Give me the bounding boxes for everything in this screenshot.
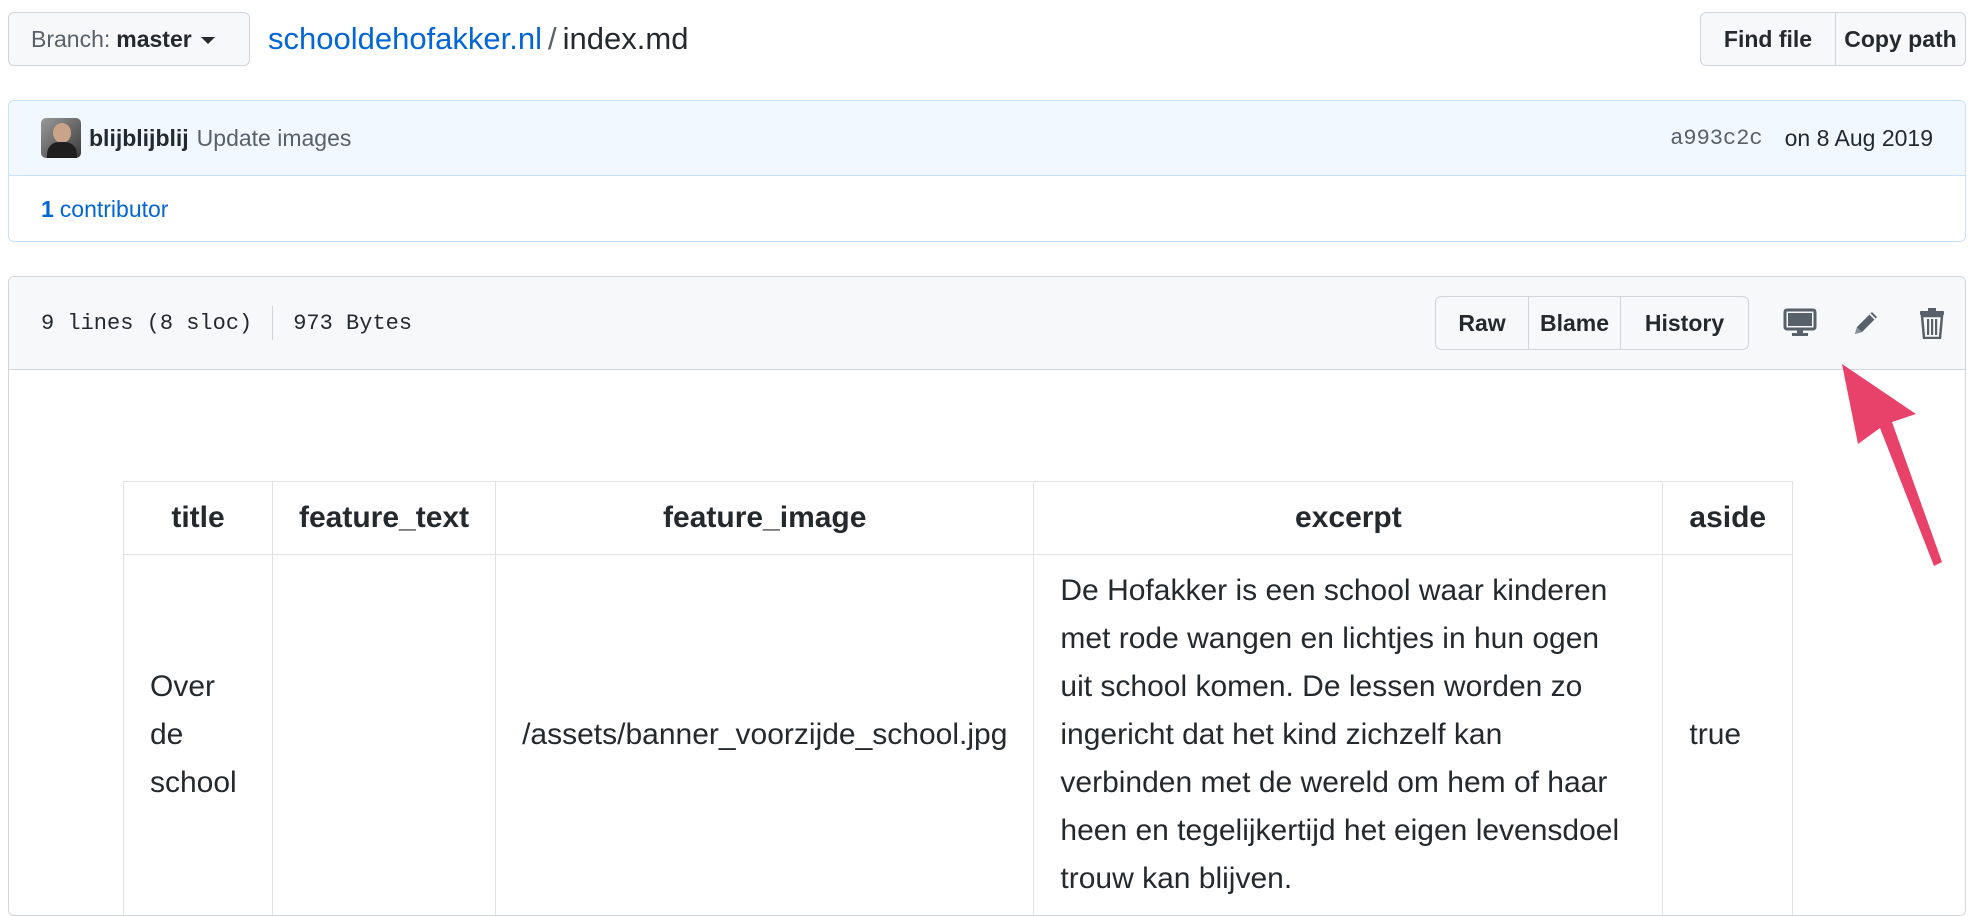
copy-path-button[interactable]: Copy path bbox=[1836, 12, 1966, 66]
table-header-cell: excerpt bbox=[1033, 481, 1664, 555]
contributor-count: 1 bbox=[41, 195, 54, 222]
table-header-cell: aside bbox=[1662, 481, 1794, 555]
annotation-arrow bbox=[1842, 364, 1942, 566]
table-row: Over de school /assets/banner_voorzijde_… bbox=[123, 554, 1794, 915]
pencil-icon[interactable] bbox=[1833, 296, 1899, 350]
commit-meta: a993c2c on 8 Aug 2019 bbox=[1670, 125, 1933, 152]
breadcrumb: schooldehofakker.nl / index.md bbox=[268, 20, 688, 58]
desktop-icon[interactable] bbox=[1767, 296, 1833, 350]
breadcrumb-repo-link[interactable]: schooldehofakker.nl bbox=[268, 21, 542, 56]
latest-commit-row: blijblijblij Update images a993c2c on 8 … bbox=[9, 101, 1965, 176]
commit-message-link[interactable]: Update images bbox=[197, 125, 352, 152]
file-size: 973 Bytes bbox=[293, 310, 413, 336]
table-cell-title: Over de school bbox=[123, 554, 273, 915]
table-header-cell: feature_image bbox=[495, 481, 1035, 555]
commit-tease: blijblijblij Update images a993c2c on 8 … bbox=[8, 100, 1966, 242]
table-cell-feature-image: /assets/banner_voorzijde_school.jpg bbox=[495, 554, 1035, 915]
breadcrumb-file-name: index.md bbox=[562, 21, 689, 56]
table-cell-feature-text bbox=[271, 554, 497, 915]
history-button[interactable]: History bbox=[1621, 296, 1749, 350]
file-line-count: 9 lines (8 sloc) bbox=[41, 310, 253, 336]
table-header-row: title feature_text feature_image excerpt… bbox=[123, 481, 1794, 555]
branch-select-button[interactable]: Branch: master bbox=[8, 12, 250, 66]
commit-author-link[interactable]: blijblijblij bbox=[89, 125, 189, 152]
find-file-button[interactable]: Find file bbox=[1700, 12, 1836, 66]
file-info-divider bbox=[272, 306, 274, 340]
branch-prefix: Branch: bbox=[31, 25, 111, 52]
commit-date: on 8 Aug 2019 bbox=[1784, 124, 1933, 151]
branch-name: master bbox=[116, 25, 192, 52]
trash-icon[interactable] bbox=[1899, 296, 1965, 350]
table-cell-aside: true bbox=[1662, 554, 1794, 915]
raw-button[interactable]: Raw bbox=[1435, 296, 1529, 350]
table-cell-excerpt: De Hofakker is een school waar kinderen … bbox=[1033, 554, 1664, 915]
file-navigation: Branch: master schooldehofakker.nl / index… bbox=[8, 12, 1966, 68]
blame-button[interactable]: Blame bbox=[1529, 296, 1621, 350]
avatar[interactable] bbox=[41, 118, 81, 158]
front-matter-table: title feature_text feature_image excerpt… bbox=[123, 481, 1794, 915]
table-header-cell: title bbox=[123, 481, 273, 555]
file-header: 9 lines (8 sloc) 973 Bytes Raw Blame His… bbox=[9, 277, 1965, 370]
file-info: 9 lines (8 sloc) 973 Bytes bbox=[9, 306, 412, 340]
commit-sha-link[interactable]: a993c2c bbox=[1670, 126, 1762, 151]
file-viewer: 9 lines (8 sloc) 973 Bytes Raw Blame His… bbox=[8, 276, 1966, 916]
file-nav-button-group: Find file Copy path bbox=[1700, 12, 1966, 66]
contributors-link[interactable]: 1 contributor bbox=[9, 176, 1965, 241]
file-actions: Raw Blame History bbox=[1435, 277, 1965, 369]
table-header-cell: feature_text bbox=[271, 481, 497, 555]
contributor-label: contributor bbox=[59, 195, 169, 222]
breadcrumb-separator: / bbox=[548, 21, 557, 56]
caret-down-icon bbox=[200, 36, 215, 44]
file-view-button-group: Raw Blame History bbox=[1435, 296, 1749, 350]
markdown-body: title feature_text feature_image excerpt… bbox=[123, 481, 1794, 915]
